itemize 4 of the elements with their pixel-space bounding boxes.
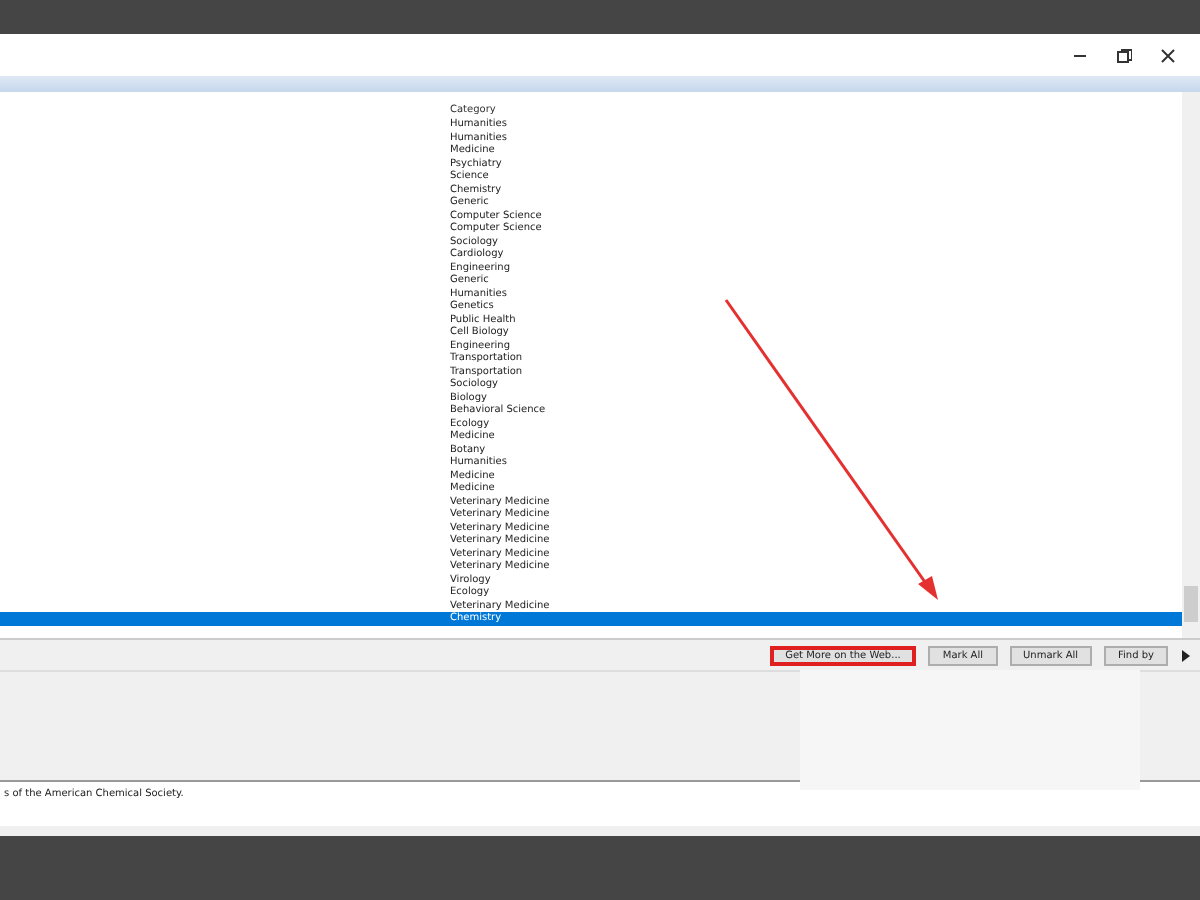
- maximize-icon[interactable]: [1116, 47, 1132, 63]
- close-icon[interactable]: [1160, 47, 1176, 63]
- scrollbar[interactable]: [1182, 92, 1200, 638]
- more-icon[interactable]: [1180, 647, 1192, 663]
